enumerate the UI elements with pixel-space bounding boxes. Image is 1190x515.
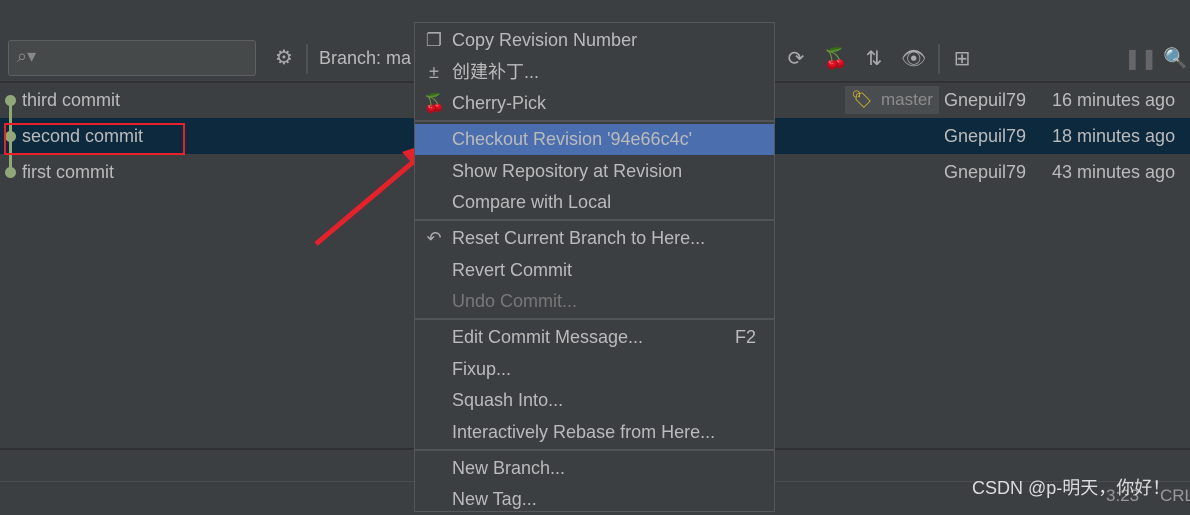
menu-separator [415,318,774,320]
sort-icon[interactable]: ⇅ [862,46,886,71]
context-menu: ❐ Copy Revision Number ± 创建补丁... 🍒 Cherry-P… [414,22,775,512]
menu-label: Copy Revision Number [452,30,638,50]
shortcut: F2 [734,327,756,347]
menu-item-create-patch[interactable]: ± 创建补丁... [415,57,774,88]
menu-label: Undo Commit... [452,291,578,311]
menu-item-squash[interactable]: Squash Into... [415,385,774,416]
menu-label: 创建补丁... [452,62,540,82]
commit-author: Gnepuil79 [944,162,1027,182]
refresh-icon[interactable]: ⟳ [784,46,808,71]
annotation-box [4,123,185,155]
branch-filter[interactable]: Branch: ma [319,48,411,69]
search-icon[interactable]: 🔍 [1163,46,1188,71]
menu-label: New Tag... [452,489,537,509]
menu-separator [415,120,774,122]
menu-label: Interactively Rebase from Here... [452,422,716,442]
menu-separator [415,449,774,451]
menu-item-fixup[interactable]: Fixup... [415,354,774,385]
commit-author: Gnepuil79 [944,90,1027,110]
commit-subject: first commit [22,162,114,182]
menu-item-copy-revision[interactable]: ❐ Copy Revision Number [415,25,774,56]
toolbar-divider [938,44,940,74]
new-tab-icon[interactable]: ⊞ [950,46,974,71]
menu-label: Checkout Revision '94e66c4c' [452,129,693,149]
branch-tag: 🏷 master [845,86,939,114]
tag-icon: 🏷 [851,90,873,109]
menu-item-reset-branch[interactable]: ↶ Reset Current Branch to Here... [415,223,774,254]
patch-icon: ± [429,62,439,82]
cherry-icon: 🍒 [423,93,446,113]
search-input[interactable]: ⌕▾ [8,40,256,76]
watermark: CSDN @p-明天，你好！ [972,478,1171,498]
menu-item-revert-commit[interactable]: Revert Commit [415,255,774,286]
menu-item-edit-message[interactable]: Edit Commit Message... F2 [415,322,774,353]
search-icon: ⌕▾ [17,46,37,66]
commit-date: 18 minutes ago [1052,126,1176,146]
copy-icon: ❐ [425,30,443,50]
cherry-pick-icon[interactable]: 🍒 [823,46,848,71]
undo-icon: ↶ [426,228,442,248]
menu-label: Cherry-Pick [452,93,547,113]
toolbar-divider [306,44,308,74]
commit-date: 16 minutes ago [1052,90,1176,110]
menu-label: Edit Commit Message... [452,327,644,347]
menu-label: Compare with Local [452,192,612,212]
menu-item-interactive-rebase[interactable]: Interactively Rebase from Here... [415,417,774,448]
eye-icon[interactable]: 👁 [901,46,926,71]
settings-gear-icon[interactable]: ⚙ [272,45,296,70]
commit-subject: third commit [22,90,121,110]
menu-label: Squash Into... [452,390,564,410]
menu-label: Reset Current Branch to Here... [452,228,706,248]
menu-label: Fixup... [452,359,512,379]
menu-item-checkout-revision[interactable]: Checkout Revision '94e66c4c' [415,124,774,155]
menu-item-new-tag[interactable]: New Tag... [415,484,774,515]
menu-item-new-branch[interactable]: New Branch... [415,453,774,484]
menu-item-compare-local[interactable]: Compare with Local [415,187,774,218]
menu-item-show-repository[interactable]: Show Repository at Revision [415,156,774,187]
menu-item-cherry-pick[interactable]: 🍒 Cherry-Pick [415,88,774,119]
pause-icon[interactable]: ❚❚ [1124,46,1158,71]
tag-label: master [881,90,933,109]
menu-label: Show Repository at Revision [452,161,683,181]
commit-date: 43 minutes ago [1052,162,1176,182]
menu-label: New Branch... [452,458,566,478]
menu-label: Revert Commit [452,260,573,280]
menu-separator [415,219,774,221]
commit-author: Gnepuil79 [944,126,1027,146]
menu-item-undo-commit: Undo Commit... [415,286,774,317]
